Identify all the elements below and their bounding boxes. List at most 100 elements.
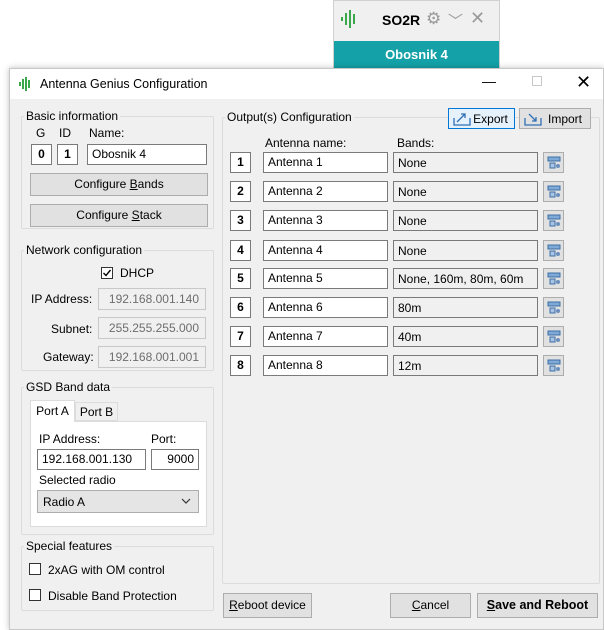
antenna-bands-field: 12m xyxy=(393,355,538,376)
so2r-widget: SO2R ⚙ ﹀ ✕ Obosnik 4 xyxy=(333,0,500,69)
minimize-icon[interactable]: — xyxy=(482,73,496,89)
antenna-config-icon xyxy=(547,244,561,257)
antenna-name-input[interactable]: Antenna 1 xyxy=(263,152,388,173)
selected-radio-label: Selected radio xyxy=(39,473,116,487)
antenna-config-icon xyxy=(547,272,561,285)
dhcp-checkbox[interactable] xyxy=(101,267,113,279)
output-number: 2 xyxy=(230,181,251,202)
device-name-input[interactable]: Obosnik 4 xyxy=(87,144,207,165)
gsd-ip-input[interactable]: 192.168.001.130 xyxy=(37,449,146,470)
radio-select-value: Radio A xyxy=(43,495,86,509)
antenna-config-icon xyxy=(547,214,561,227)
antenna-bands-field: 80m xyxy=(393,297,538,318)
g-label: G xyxy=(36,126,46,140)
antenna-config-icon xyxy=(547,330,561,343)
maximize-icon[interactable] xyxy=(532,76,542,86)
configure-antenna-button[interactable] xyxy=(543,297,564,318)
antenna-config-icon xyxy=(547,156,561,169)
bands-header: Bands: xyxy=(397,136,435,150)
import-icon xyxy=(524,113,542,126)
antenna-bands-field: None xyxy=(393,181,538,202)
checkmark-icon xyxy=(103,269,112,277)
group-number: 0 xyxy=(31,144,52,165)
ip-address-label: IP Address: xyxy=(31,292,93,306)
special-features-legend: Special features xyxy=(24,539,115,553)
antenna-name-input[interactable]: Antenna 5 xyxy=(263,268,388,289)
tab-port-b[interactable]: Port B xyxy=(75,402,118,421)
network-legend: Network configuration xyxy=(24,243,145,257)
close-icon[interactable]: ✕ xyxy=(576,72,591,93)
output-number: 7 xyxy=(230,326,251,347)
configure-antenna-button[interactable] xyxy=(543,326,564,347)
output-number: 8 xyxy=(230,355,251,376)
import-label: Import xyxy=(547,112,582,126)
configure-bands-button[interactable]: Configure Bands xyxy=(30,173,208,196)
gsd-port-input[interactable]: 9000 xyxy=(151,449,199,470)
chevron-down-icon[interactable]: ﹀ xyxy=(448,10,463,31)
antenna-name-header: Antenna name: xyxy=(265,136,347,150)
om-control-label: 2xAG with OM control xyxy=(48,563,165,577)
save-and-reboot-button[interactable]: Save and Reboot xyxy=(477,593,598,618)
antenna-name-input[interactable]: Antenna 8 xyxy=(263,355,388,376)
cancel-button[interactable]: Cancel xyxy=(390,593,471,618)
gsd-ip-label: IP Address: xyxy=(39,432,101,446)
id-label: ID xyxy=(59,126,71,140)
radio-select[interactable]: Radio A xyxy=(37,490,199,513)
antenna-bands-field: None, 160m, 80m, 60m xyxy=(393,268,538,289)
config-window: Antenna Genius Configuration — ✕ Basic i… xyxy=(9,68,604,630)
configure-antenna-button[interactable] xyxy=(543,355,564,376)
configure-antenna-button[interactable] xyxy=(543,181,564,202)
tab-port-a[interactable]: Port A xyxy=(30,400,75,422)
id-number: 1 xyxy=(57,144,78,165)
antenna-config-icon xyxy=(547,301,561,314)
antenna-name-input[interactable]: Antenna 4 xyxy=(263,240,388,261)
name-label: Name: xyxy=(89,126,125,140)
antenna-name-input[interactable]: Antenna 2 xyxy=(263,181,388,202)
dhcp-label: DHCP xyxy=(120,266,155,280)
gear-icon[interactable]: ⚙ xyxy=(426,9,441,29)
gsd-legend: GSD Band data xyxy=(24,380,113,394)
antenna-name-input[interactable]: Antenna 3 xyxy=(263,210,388,231)
configure-antenna-button[interactable] xyxy=(543,210,564,231)
antenna-name-input[interactable]: Antenna 7 xyxy=(263,326,388,347)
ip-address-field: 192.168.001.140 xyxy=(98,288,206,310)
antenna-config-icon xyxy=(547,185,561,198)
title-bar: Antenna Genius Configuration — ✕ xyxy=(10,69,603,99)
gateway-label: Gateway: xyxy=(43,350,94,364)
configure-antenna-button[interactable] xyxy=(543,152,564,173)
subnet-label: Subnet: xyxy=(51,322,93,336)
subnet-field: 255.255.255.000 xyxy=(98,317,206,339)
close-icon[interactable]: ✕ xyxy=(470,8,485,29)
band-protection-label: Disable Band Protection xyxy=(48,589,177,603)
antenna-name-input[interactable]: Antenna 6 xyxy=(263,297,388,318)
waveform-icon xyxy=(19,77,30,91)
antenna-bands-field: None xyxy=(393,210,538,231)
gateway-field: 192.168.001.001 xyxy=(98,346,206,368)
configure-antenna-button[interactable] xyxy=(543,268,564,289)
configure-stack-button[interactable]: Configure Stack xyxy=(30,204,208,227)
export-icon xyxy=(453,113,471,126)
import-button[interactable]: Import xyxy=(519,108,591,129)
om-control-checkbox[interactable] xyxy=(29,563,41,575)
output-number: 4 xyxy=(230,240,251,261)
output-number: 5 xyxy=(230,268,251,289)
antenna-config-icon xyxy=(547,359,561,372)
outputs-legend: Output(s) Configuration xyxy=(225,110,354,124)
chevron-down-icon xyxy=(181,498,191,504)
output-number: 1 xyxy=(230,152,251,173)
export-button[interactable]: Export xyxy=(448,108,515,129)
band-protection-checkbox[interactable] xyxy=(29,589,41,601)
antenna-bands-field: None xyxy=(393,240,538,261)
waveform-icon xyxy=(341,10,355,28)
window-title: Antenna Genius Configuration xyxy=(40,77,208,91)
antenna-bands-field: None xyxy=(393,152,538,173)
basic-info-legend: Basic information xyxy=(24,109,121,123)
antenna-bands-field: 40m xyxy=(393,326,538,347)
configure-antenna-button[interactable] xyxy=(543,240,564,261)
active-antenna-label[interactable]: Obosnik 4 xyxy=(334,41,499,69)
output-number: 3 xyxy=(230,210,251,231)
reboot-device-button[interactable]: Reboot device xyxy=(223,593,312,618)
so2r-title: SO2R xyxy=(382,12,421,28)
output-number: 6 xyxy=(230,297,251,318)
export-label: Export xyxy=(473,112,508,126)
